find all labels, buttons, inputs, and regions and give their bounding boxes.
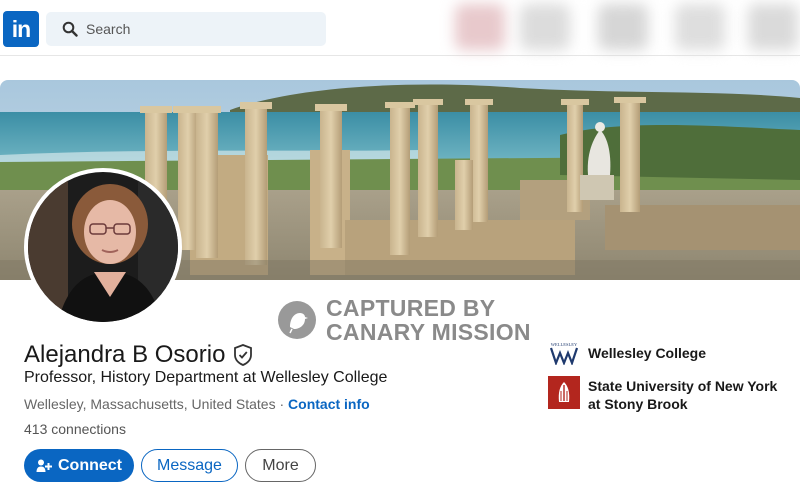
connect-button[interactable]: Connect [24,449,134,482]
more-button[interactable]: More [245,449,316,482]
canary-mission-watermark: CAPTURED BY CANARY MISSION [278,295,538,345]
top-nav-bar: in [0,0,800,56]
verified-shield-icon[interactable] [233,344,253,366]
search-icon [62,21,78,37]
stony-brook-logo [548,376,580,409]
contact-info-link[interactable]: Contact info [288,396,370,412]
profile-headline: Professor, History Department at Wellesl… [24,369,388,386]
svg-text:WELLESLEY: WELLESLEY [551,342,578,347]
profile-name: Alejandra B Osorio [24,341,226,368]
nav-notifications-icon[interactable] [748,4,798,50]
education-item-wellesley[interactable]: WELLESLEY Wellesley College [548,340,706,365]
add-person-icon [36,459,52,472]
nav-messaging-icon[interactable] [675,4,725,50]
education-name-stony-brook: State University of New York at Stony Br… [588,378,778,412]
connections-count[interactable]: 413 connections [24,421,126,437]
linkedin-logo[interactable]: in [3,11,39,47]
connect-label: Connect [58,456,122,474]
education-name-wellesley: Wellesley College [588,345,707,361]
profile-name-row: Alejandra B Osorio [24,340,253,370]
message-button[interactable]: Message [141,449,238,482]
nav-network-icon[interactable] [520,4,570,50]
wellesley-logo: WELLESLEY [549,342,579,365]
profile-location-row: Wellesley, Massachusetts, United States … [24,396,370,412]
separator-dot: · [279,396,285,412]
profile-location: Wellesley, Massachusetts, United States [24,396,276,412]
watermark-line2: CANARY MISSION [326,319,531,345]
nav-jobs-icon[interactable] [598,4,648,50]
search-input[interactable] [86,12,316,46]
canary-bird-icon [278,301,316,339]
education-item-stony-brook[interactable]: State University of New York at Stony Br… [548,376,788,413]
search-bar[interactable] [46,12,326,46]
profile-photo[interactable] [28,172,178,322]
watermark-line1: CAPTURED BY [326,295,496,321]
nav-home-icon[interactable] [455,4,505,50]
